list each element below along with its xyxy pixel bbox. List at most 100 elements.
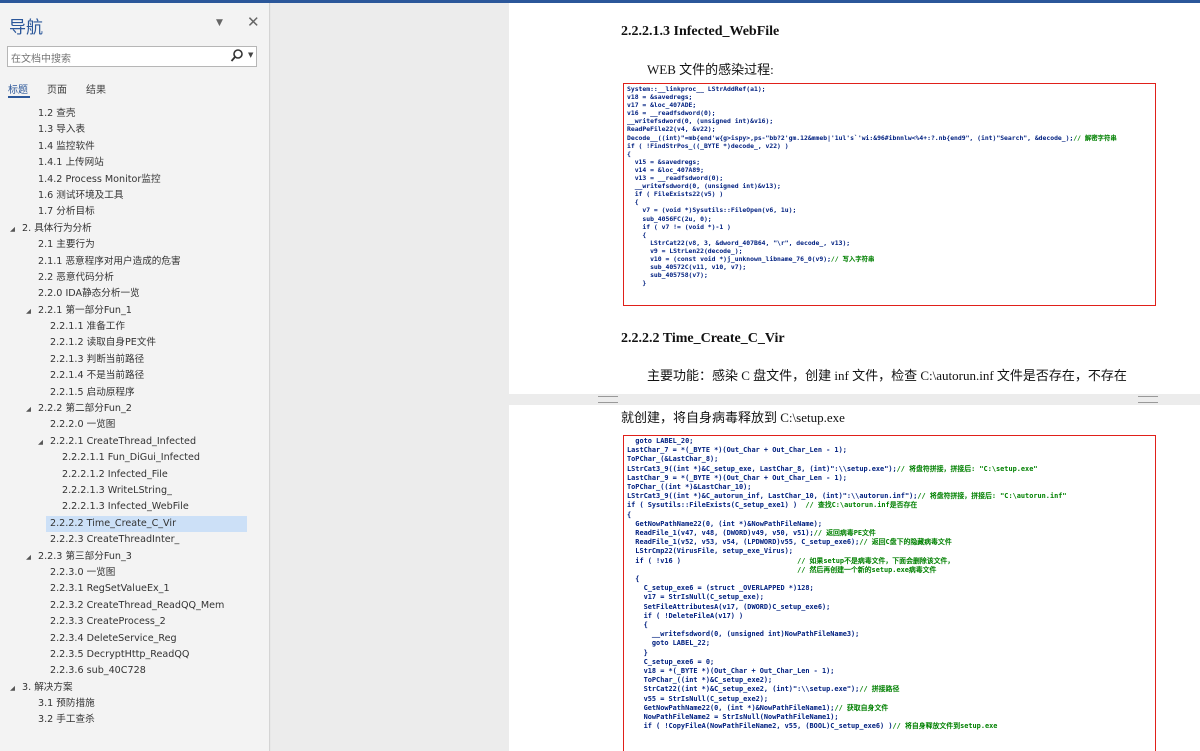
tree-item[interactable]: 2.2.0 IDA静态分析一览 bbox=[0, 286, 269, 302]
code-line: v17 = &loc_407ADE; bbox=[627, 101, 697, 110]
tree-item-label: 3.1 预防措施 bbox=[38, 698, 95, 710]
tree-item[interactable]: 2.2.3.2 CreateThread_ReadQQ_Mem bbox=[0, 598, 269, 614]
tree-item[interactable]: 2.2.3.5 DecryptHttp_ReadQQ bbox=[0, 647, 269, 663]
tree-item[interactable]: 2.2 恶意代码分析 bbox=[0, 270, 269, 286]
code-line: // 然后再创建一个新的setup.exe病毒文件 bbox=[797, 565, 937, 574]
tree-item[interactable]: 2.2.2.1.2 Infected_File bbox=[0, 467, 269, 483]
paragraph-main-function: 主要功能：感染 C 盘文件，创建 inf 文件，检查 C:\autorun.in… bbox=[647, 368, 1127, 383]
code-line: v18 = &savedregs; bbox=[627, 93, 693, 102]
tree-item[interactable]: 2.2.2.3 CreateThreadInter_ bbox=[0, 532, 269, 548]
tree-item[interactable]: 2.2.1.1 准备工作 bbox=[0, 319, 269, 335]
tree-item[interactable]: ◢ 3. 解决方案 bbox=[0, 680, 269, 696]
code-line: v10 = (const void *)j_unknown_libname_76… bbox=[627, 254, 875, 263]
search-dropdown-icon[interactable]: ▼ bbox=[248, 51, 253, 59]
code-line: LStrCmp22(VirusFile, setup_exe_Virus); bbox=[627, 547, 793, 556]
expand-arrow-icon[interactable]: ◢ bbox=[38, 434, 43, 450]
code-line: v15 = &savedregs; bbox=[627, 157, 701, 166]
code-line: LastChar_7 = *(_BYTE *)(Out_Char + Out_C… bbox=[627, 446, 847, 455]
code-line: { bbox=[627, 230, 647, 239]
code-line: v7 = (void *)Sysutils::FileOpen(v6, 1u); bbox=[627, 206, 797, 215]
search-input[interactable] bbox=[8, 50, 226, 69]
tree-item[interactable]: 2.2.2.1.1 Fun_DiGui_Infected bbox=[0, 450, 269, 466]
document-page-1: 2.2.2.1.3 Infected_WebFile WEB 文件的感染过程: … bbox=[509, 3, 1200, 394]
tree-item[interactable]: 2.2.2.1.3 Infected_WebFile bbox=[0, 499, 269, 515]
tree-item[interactable]: 1.4 监控软件 bbox=[0, 139, 269, 155]
code-line: sub_4056FC(2u, 0); bbox=[627, 214, 712, 223]
code-line: __writefsdword(0, (unsigned int)NowPathF… bbox=[627, 630, 860, 639]
tree-item-label: 2.2.1.2 读取自身PE文件 bbox=[50, 337, 157, 349]
code-line: Decode__((int)"=mb{end'w{g>ispy>,ps-"bb?… bbox=[627, 133, 1117, 142]
tree-item[interactable]: 2.2.2.2 Time_Create_C_Vir bbox=[46, 515, 247, 533]
tree-item[interactable]: 2.2.2.1.3 WriteLString_ bbox=[0, 483, 269, 499]
nav-options-dropdown-icon[interactable]: ▼ bbox=[216, 18, 223, 28]
tree-item-label: 2.2.1 第一部分Fun_1 bbox=[38, 304, 132, 316]
tab-pages[interactable]: 页面 bbox=[47, 81, 67, 96]
tree-item[interactable]: 3.1 预防措施 bbox=[0, 696, 269, 712]
heading-time-create-c-vir: 2.2.2.2 Time_Create_C_Vir bbox=[621, 331, 785, 346]
tree-item-label: 2.1.1 恶意程序对用户造成的危害 bbox=[38, 255, 181, 267]
tree-item[interactable]: 1.3 导入表 bbox=[0, 122, 269, 138]
tree-item[interactable]: 2.2.1.4 不是当前路径 bbox=[0, 368, 269, 384]
tree-item-label: 2.2.2.1.3 Infected_WebFile bbox=[62, 501, 189, 513]
tree-item[interactable]: ◢ 2.2.2 第二部分Fun_2 bbox=[0, 401, 269, 417]
code-line: if ( !CopyFileA(NowPathFileName2, v55, (… bbox=[627, 722, 998, 731]
tree-item[interactable]: 1.6 测试环境及工具 bbox=[0, 188, 269, 204]
tree-item[interactable]: 2.1 主要行为 bbox=[0, 237, 269, 253]
code-line: } bbox=[627, 279, 647, 288]
code-line: SetFileAttributesA(v17, (DWORD)C_setup_e… bbox=[627, 602, 831, 611]
code-screenshot-2: goto LABEL_20; LastChar_7 = *(_BYTE *)(Ou… bbox=[623, 435, 1156, 751]
tree-item[interactable]: 2.2.3.3 CreateProcess_2 bbox=[0, 614, 269, 630]
tree-item[interactable]: 2.2.1.2 读取自身PE文件 bbox=[0, 335, 269, 351]
tab-headings[interactable]: 标题 bbox=[8, 81, 28, 96]
tree-item[interactable]: 1.4.1 上传网站 bbox=[0, 155, 269, 171]
tree-item[interactable]: ◢ 2.2.1 第一部分Fun_1 bbox=[0, 303, 269, 319]
expand-arrow-icon[interactable]: ◢ bbox=[26, 549, 31, 565]
tree-item-label: 2.2.2.1.3 WriteLString_ bbox=[62, 484, 172, 496]
tree-item-label: 2.2.3.4 DeleteService_Reg bbox=[50, 632, 177, 644]
code-line: ReadFile_1(v47, v48, (DWORD)v49, v50, v5… bbox=[627, 529, 876, 538]
tab-active-indicator bbox=[8, 96, 30, 98]
code-line: if ( Sysutils::FileExists(C_setup_exe1) … bbox=[627, 501, 918, 510]
code-line: LastChar_9 = *(_BYTE *)(Out_Char + Out_C… bbox=[627, 473, 847, 482]
tree-item[interactable]: 1.4.2 Process Monitor监控 bbox=[0, 172, 269, 188]
tree-item[interactable]: ◢ 2.2.3 第三部分Fun_3 bbox=[0, 549, 269, 565]
tree-item-label: 1.4.2 Process Monitor监控 bbox=[38, 173, 161, 185]
tree-item-label: 3.2 手工查杀 bbox=[38, 714, 95, 726]
code-line: { bbox=[627, 575, 640, 584]
code-line: NowPathFileName2 = StrIsNull(NowPathFile… bbox=[627, 713, 839, 722]
tree-item-label: 2.2.1.1 准备工作 bbox=[50, 321, 125, 333]
tree-item[interactable]: 1.7 分析目标 bbox=[0, 204, 269, 220]
tree-item[interactable]: ◢ 2.2.2.1 CreateThread_Infected bbox=[0, 434, 269, 450]
tree-item[interactable]: 2.1.1 恶意程序对用户造成的危害 bbox=[0, 254, 269, 270]
expand-arrow-icon[interactable]: ◢ bbox=[26, 401, 31, 417]
nav-close-icon[interactable]: ✕ bbox=[247, 13, 260, 31]
page-break-marker-left bbox=[598, 396, 618, 397]
tree-item[interactable]: 2.2.3.6 sub_40C728 bbox=[0, 663, 269, 679]
code-line: if ( FileExists22(v5) ) bbox=[627, 190, 724, 199]
tree-item[interactable]: 1.2 查壳 bbox=[0, 106, 269, 122]
expand-arrow-icon[interactable]: ◢ bbox=[10, 221, 15, 237]
document-area[interactable]: 2.2.2.1.3 Infected_WebFile WEB 文件的感染过程: … bbox=[271, 3, 1200, 751]
code-line: goto LABEL_20; bbox=[627, 437, 694, 445]
tab-results[interactable]: 结果 bbox=[86, 81, 106, 96]
tree-item[interactable]: 2.2.1.5 启动原程序 bbox=[0, 385, 269, 401]
tree-item[interactable]: 2.2.2.0 一览图 bbox=[0, 417, 269, 433]
tree-item[interactable]: 2.2.3.4 DeleteService_Reg bbox=[0, 631, 269, 647]
tree-item[interactable]: ◢ 2. 具体行为分析 bbox=[0, 221, 269, 237]
tree-item[interactable]: 2.2.1.3 判断当前路径 bbox=[0, 352, 269, 368]
tree-item[interactable]: 3.2 手工查杀 bbox=[0, 712, 269, 728]
expand-arrow-icon[interactable]: ◢ bbox=[26, 303, 31, 319]
tree-item[interactable]: 2.2.3.0 一览图 bbox=[0, 565, 269, 581]
tree-item-label: 2.2.3 第三部分Fun_3 bbox=[38, 550, 132, 562]
page-break-marker-right-2 bbox=[1138, 402, 1158, 403]
code-line: GetNowPathName22(0, (int *)&NowPathFileN… bbox=[627, 703, 889, 712]
code-line: ToPChar_((int *)&LastChar_10); bbox=[627, 483, 752, 492]
expand-arrow-icon[interactable]: ◢ bbox=[10, 680, 15, 696]
code-line: System::__linkproc__ LStrAddRef(a1); bbox=[627, 85, 766, 93]
tree-item[interactable]: 2.2.3.1 RegSetValueEx_1 bbox=[0, 581, 269, 597]
code-line: sub_405758(v7); bbox=[627, 271, 708, 280]
code-line: v16 = __readfsdword(0); bbox=[627, 109, 716, 118]
search-icon[interactable] bbox=[230, 48, 244, 64]
code-line: GetNowPathName22(0, (int *)&NowPathFileN… bbox=[627, 519, 822, 528]
code-line: if ( !v16 ) // 如果setup不是病毒文件，下面会删除该文件， bbox=[627, 556, 955, 565]
